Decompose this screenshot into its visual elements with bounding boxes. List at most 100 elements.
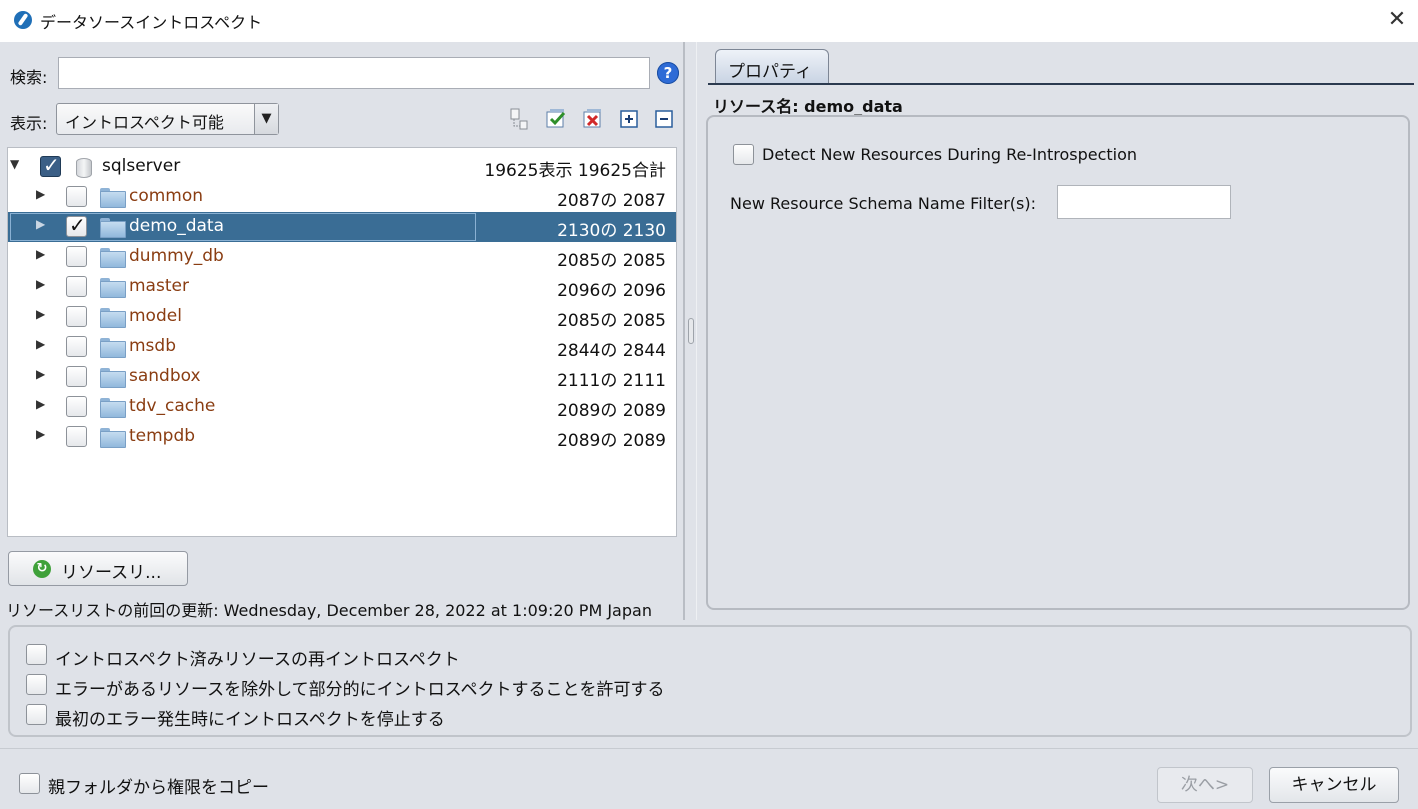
folder-icon bbox=[100, 398, 126, 418]
node-name: master bbox=[129, 276, 189, 296]
check-all-icon[interactable] bbox=[545, 108, 567, 130]
close-button[interactable]: ✕ bbox=[1380, 4, 1414, 36]
tab-properties-label: プロパティ bbox=[728, 62, 812, 82]
folder-icon bbox=[100, 338, 126, 358]
node-count: 2089の 2089 bbox=[557, 401, 666, 421]
tree-row[interactable]: ▶ common 2087の 2087 bbox=[8, 182, 676, 212]
row-checkbox[interactable] bbox=[66, 366, 87, 387]
schema-filter-label: New Resource Schema Name Filter(s): bbox=[730, 194, 1036, 213]
collapsed-arrow-icon[interactable]: ▶ bbox=[36, 277, 50, 295]
node-name: msdb bbox=[129, 336, 176, 356]
stop-on-error-label: 最初のエラー発生時にイントロスペクトを停止する bbox=[55, 710, 445, 730]
node-name: tempdb bbox=[129, 426, 196, 446]
folder-icon bbox=[100, 428, 126, 448]
row-checkbox[interactable] bbox=[66, 306, 87, 327]
refresh-resource-list-button[interactable]: ↻ リソースリ... bbox=[8, 551, 188, 586]
node-count: 2087の 2087 bbox=[557, 191, 666, 211]
expanded-arrow-icon[interactable]: ▼ bbox=[10, 157, 24, 175]
tree-root-row[interactable]: ▼ sqlserver 19625表示 19625合計 bbox=[8, 152, 676, 182]
tree-row[interactable]: ▶ tdv_cache 2089の 2089 bbox=[8, 392, 676, 422]
last-update-text: リソースリストの前回の更新: Wednesday, December 28, 2… bbox=[6, 601, 652, 620]
node-count: 2085の 2085 bbox=[557, 251, 666, 271]
allow-partial-checkbox[interactable] bbox=[26, 674, 47, 695]
display-select[interactable]: イントロスペクト可能 ▼ bbox=[56, 103, 279, 135]
node-count: 2844の 2844 bbox=[557, 341, 666, 361]
tab-properties[interactable]: プロパティ bbox=[715, 49, 829, 84]
collapsed-arrow-icon[interactable]: ▶ bbox=[36, 337, 50, 355]
resource-name-label: リソース名: demo_data bbox=[713, 97, 903, 116]
help-icon[interactable]: ? bbox=[657, 62, 679, 84]
chevron-down-icon[interactable]: ▼ bbox=[254, 104, 278, 134]
title-bar: データソースイントロスペクト ✕ bbox=[0, 0, 1418, 42]
refresh-icon: ↻ bbox=[33, 560, 51, 578]
tab-divider bbox=[708, 83, 1414, 85]
node-name: common bbox=[129, 186, 204, 206]
display-label: 表示: bbox=[10, 114, 48, 133]
root-checkbox[interactable] bbox=[40, 153, 61, 177]
tree-structure-icon[interactable] bbox=[507, 108, 529, 130]
copy-permissions-checkbox[interactable] bbox=[19, 773, 40, 794]
row-checkbox[interactable] bbox=[66, 396, 87, 417]
tree-row[interactable]: ▶ model 2085の 2085 bbox=[8, 302, 676, 332]
folder-icon bbox=[100, 368, 126, 388]
row-checkbox[interactable] bbox=[66, 186, 87, 207]
search-label: 検索: bbox=[10, 68, 48, 87]
collapsed-arrow-icon[interactable]: ▶ bbox=[36, 367, 50, 385]
splitter-grip-icon[interactable] bbox=[688, 318, 694, 344]
root-count: 19625表示 19625合計 bbox=[484, 161, 666, 181]
expand-all-icon[interactable] bbox=[618, 108, 640, 130]
tree-row[interactable]: ▶ sandbox 2111の 2111 bbox=[8, 362, 676, 392]
node-count: 2111の 2111 bbox=[557, 371, 666, 391]
tree-row[interactable]: ▶ msdb 2844の 2844 bbox=[8, 332, 676, 362]
tree-row[interactable]: ▶ tempdb 2089の 2089 bbox=[8, 422, 676, 452]
collapsed-arrow-icon[interactable]: ▶ bbox=[36, 187, 50, 205]
resource-tree[interactable]: ▼ sqlserver 19625表示 19625合計 ▶ common 208… bbox=[7, 147, 677, 537]
folder-icon bbox=[100, 278, 126, 298]
tree-row-selected[interactable]: ▶ demo_data 2130の 2130 bbox=[8, 212, 676, 242]
cancel-button[interactable]: キャンセル bbox=[1269, 767, 1399, 803]
footer-divider bbox=[0, 748, 1418, 749]
node-count: 2130の 2130 bbox=[557, 221, 666, 241]
folder-icon bbox=[100, 218, 126, 238]
schema-filter-input[interactable] bbox=[1057, 185, 1231, 219]
app-icon bbox=[14, 11, 32, 29]
folder-icon bbox=[100, 188, 126, 208]
node-count: 2085の 2085 bbox=[557, 311, 666, 331]
node-count: 2089の 2089 bbox=[557, 431, 666, 451]
stop-on-error-checkbox[interactable] bbox=[26, 704, 47, 725]
reintrospect-checkbox[interactable] bbox=[26, 644, 47, 665]
refresh-button-label: リソースリ... bbox=[61, 563, 162, 583]
row-checkbox[interactable] bbox=[66, 276, 87, 297]
database-icon bbox=[76, 158, 92, 178]
node-name: demo_data bbox=[129, 216, 225, 236]
next-button[interactable]: 次へ> bbox=[1157, 767, 1253, 803]
collapsed-arrow-icon[interactable]: ▶ bbox=[36, 217, 50, 235]
tree-row[interactable]: ▶ dummy_db 2085の 2085 bbox=[8, 242, 676, 272]
collapsed-arrow-icon[interactable]: ▶ bbox=[36, 307, 50, 325]
row-checkbox[interactable] bbox=[66, 336, 87, 357]
detect-new-resources-checkbox[interactable] bbox=[733, 144, 754, 165]
window-title: データソースイントロスペクト bbox=[40, 13, 263, 32]
row-checkbox[interactable] bbox=[66, 426, 87, 447]
allow-partial-label: エラーがあるリソースを除外して部分的にイントロスペクトすることを許可する bbox=[55, 680, 665, 700]
copy-permissions-label: 親フォルダから権限をコピー bbox=[48, 778, 269, 798]
search-input[interactable] bbox=[58, 57, 650, 89]
panel-splitter[interactable] bbox=[683, 42, 697, 620]
node-name: sandbox bbox=[129, 366, 201, 386]
collapsed-arrow-icon[interactable]: ▶ bbox=[36, 247, 50, 265]
node-name: dummy_db bbox=[129, 246, 224, 266]
tree-row[interactable]: ▶ master 2096の 2096 bbox=[8, 272, 676, 302]
detect-new-resources-label: Detect New Resources During Re-Introspec… bbox=[762, 145, 1138, 164]
reintrospect-label: イントロスペクト済みリソースの再イントロスペクト bbox=[55, 650, 460, 670]
node-count: 2096の 2096 bbox=[557, 281, 666, 301]
row-checkbox[interactable] bbox=[66, 213, 87, 237]
node-name: model bbox=[129, 306, 182, 326]
node-name: tdv_cache bbox=[129, 396, 216, 416]
row-checkbox[interactable] bbox=[66, 246, 87, 267]
collapsed-arrow-icon[interactable]: ▶ bbox=[36, 397, 50, 415]
uncheck-all-icon[interactable] bbox=[582, 108, 604, 130]
collapse-all-icon[interactable] bbox=[653, 108, 675, 130]
folder-icon bbox=[100, 308, 126, 328]
collapsed-arrow-icon[interactable]: ▶ bbox=[36, 427, 50, 445]
root-name: sqlserver bbox=[102, 156, 181, 176]
